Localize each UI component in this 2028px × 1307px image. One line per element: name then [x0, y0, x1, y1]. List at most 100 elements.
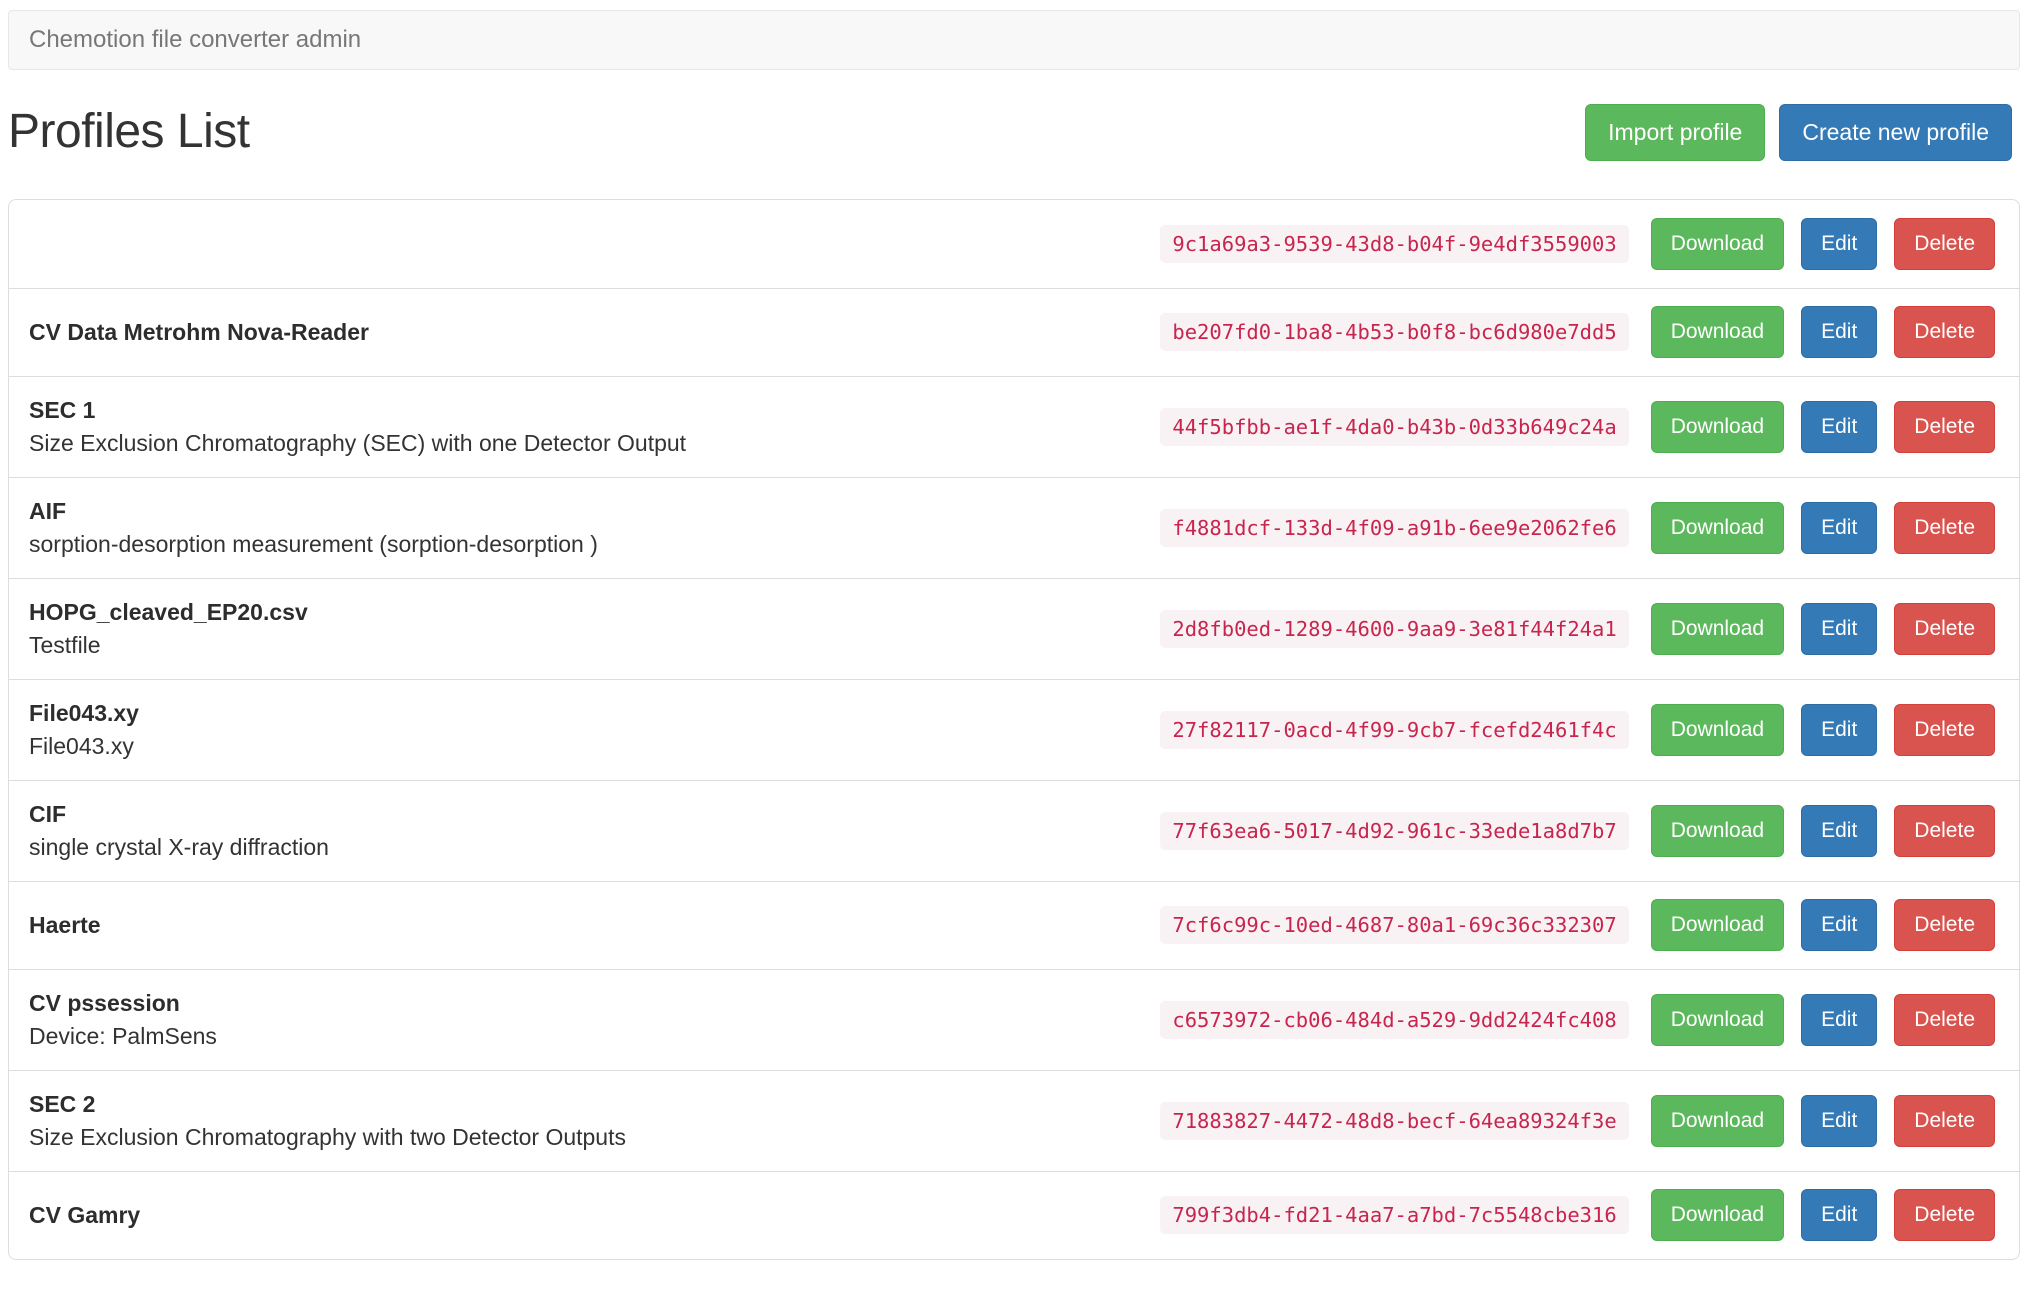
profile-uuid-badge: 799f3db4-fd21-4aa7-a7bd-7c5548cbe316	[1160, 1196, 1629, 1235]
profile-title: CV Gamry	[29, 1201, 141, 1228]
profile-row: AIF sorption-desorption measurement (sor…	[9, 476, 2019, 578]
download-button[interactable]: Download	[1650, 217, 1785, 270]
profile-row: CV Gamry 799f3db4-fd21-4aa7-a7bd-7c5548c…	[9, 1170, 2019, 1259]
download-button[interactable]: Download	[1650, 703, 1785, 756]
profile-actions: 2d8fb0ed-1289-4600-9aa9-3e81f44f24a1 Dow…	[1160, 602, 1995, 655]
edit-button[interactable]: Edit	[1801, 1094, 1878, 1147]
download-button[interactable]: Download	[1650, 804, 1785, 857]
profile-row: Haerte 7cf6c99c-10ed-4687-80a1-69c36c332…	[9, 880, 2019, 969]
download-button[interactable]: Download	[1650, 400, 1785, 453]
edit-button[interactable]: Edit	[1801, 899, 1878, 952]
header-buttons: Import profile Create new profile	[1585, 104, 2020, 161]
profile-actions: c6573972-cb06-484d-a529-9dd2424fc408 Dow…	[1160, 993, 1995, 1046]
edit-button[interactable]: Edit	[1801, 217, 1878, 270]
delete-button[interactable]: Delete	[1894, 703, 1995, 756]
profile-title: HOPG_cleaved_EP20.csv	[29, 598, 308, 625]
profile-description: Size Exclusion Chromatography (SEC) with…	[29, 429, 687, 456]
delete-button[interactable]: Delete	[1894, 602, 1995, 655]
delete-button[interactable]: Delete	[1894, 1189, 1995, 1242]
profile-text: CV Data Metrohm Nova-Reader	[29, 316, 1160, 349]
delete-button[interactable]: Delete	[1894, 899, 1995, 952]
profile-uuid-badge: 27f82117-0acd-4f99-9cb7-fcefd2461f4c	[1160, 710, 1629, 749]
navbar-brand[interactable]: Chemotion file converter admin	[21, 26, 361, 54]
edit-button[interactable]: Edit	[1801, 703, 1878, 756]
download-button[interactable]: Download	[1650, 602, 1785, 655]
delete-button[interactable]: Delete	[1894, 217, 1995, 270]
profile-row: HOPG_cleaved_EP20.csv Testfile 2d8fb0ed-…	[9, 577, 2019, 679]
delete-button[interactable]: Delete	[1894, 501, 1995, 554]
profile-actions: 9c1a69a3-9539-43d8-b04f-9e4df3559003 Dow…	[1160, 217, 1995, 270]
profile-actions: 799f3db4-fd21-4aa7-a7bd-7c5548cbe316 Dow…	[1160, 1189, 1995, 1242]
download-button[interactable]: Download	[1650, 501, 1785, 554]
delete-button[interactable]: Delete	[1894, 306, 1995, 359]
edit-button[interactable]: Edit	[1801, 1189, 1878, 1242]
profile-text: SEC 1 Size Exclusion Chromatography (SEC…	[29, 394, 1160, 460]
profile-description: Device: PalmSens	[29, 1022, 217, 1049]
profile-actions: f4881dcf-133d-4f09-a91b-6ee9e2062fe6 Dow…	[1160, 501, 1995, 554]
edit-button[interactable]: Edit	[1801, 804, 1878, 857]
profile-title: CV pssession	[29, 989, 180, 1016]
edit-button[interactable]: Edit	[1801, 306, 1878, 359]
profile-row: CIF single crystal X-ray diffraction 77f…	[9, 779, 2019, 881]
top-navbar: Chemotion file converter admin	[8, 10, 2020, 70]
download-button[interactable]: Download	[1650, 1189, 1785, 1242]
profile-text: Haerte	[29, 909, 1160, 942]
edit-button[interactable]: Edit	[1801, 993, 1878, 1046]
delete-button[interactable]: Delete	[1894, 804, 1995, 857]
profile-title: File043.xy	[29, 699, 139, 726]
profile-row: CV pssession Device: PalmSens c6573972-c…	[9, 968, 2019, 1070]
download-button[interactable]: Download	[1650, 993, 1785, 1046]
profile-actions: 7cf6c99c-10ed-4687-80a1-69c36c332307 Dow…	[1160, 899, 1995, 952]
page-header: Profiles List Import profile Create new …	[8, 104, 2020, 161]
delete-button[interactable]: Delete	[1894, 400, 1995, 453]
profile-title: SEC 2	[29, 1090, 96, 1117]
profile-uuid-badge: 77f63ea6-5017-4d92-961c-33ede1a8d7b7	[1160, 811, 1629, 850]
edit-button[interactable]: Edit	[1801, 602, 1878, 655]
download-button[interactable]: Download	[1650, 899, 1785, 952]
profile-actions: 71883827-4472-48d8-becf-64ea89324f3e Dow…	[1160, 1094, 1995, 1147]
page: Chemotion file converter admin Profiles …	[0, 0, 2028, 1307]
profile-uuid-badge: 44f5bfbb-ae1f-4da0-b43b-0d33b649c24a	[1160, 407, 1629, 446]
profile-title: CIF	[29, 800, 67, 827]
profile-description: single crystal X-ray diffraction	[29, 833, 329, 860]
profile-uuid-badge: 9c1a69a3-9539-43d8-b04f-9e4df3559003	[1160, 224, 1629, 263]
profile-actions: 27f82117-0acd-4f99-9cb7-fcefd2461f4c Dow…	[1160, 703, 1995, 756]
profile-row: File043.xy File043.xy 27f82117-0acd-4f99…	[9, 678, 2019, 780]
profile-description: File043.xy	[29, 732, 134, 759]
profile-text: File043.xy File043.xy	[29, 697, 1160, 763]
profile-uuid-badge: 7cf6c99c-10ed-4687-80a1-69c36c332307	[1160, 906, 1629, 945]
page-title: Profiles List	[8, 105, 250, 159]
profiles-list: 9c1a69a3-9539-43d8-b04f-9e4df3559003 Dow…	[8, 198, 2020, 1260]
profile-title: CV Data Metrohm Nova-Reader	[29, 318, 369, 345]
profile-title: AIF	[29, 497, 67, 524]
delete-button[interactable]: Delete	[1894, 1094, 1995, 1147]
profile-row: 9c1a69a3-9539-43d8-b04f-9e4df3559003 Dow…	[9, 200, 2019, 288]
profile-text: SEC 2 Size Exclusion Chromatography with…	[29, 1088, 1160, 1154]
profile-description: sorption-desorption measurement (sorptio…	[29, 530, 598, 557]
profile-actions: 77f63ea6-5017-4d92-961c-33ede1a8d7b7 Dow…	[1160, 804, 1995, 857]
profile-text: HOPG_cleaved_EP20.csv Testfile	[29, 596, 1160, 662]
profile-title: Haerte	[29, 911, 101, 938]
profile-uuid-badge: f4881dcf-133d-4f09-a91b-6ee9e2062fe6	[1160, 508, 1629, 547]
profile-text: CIF single crystal X-ray diffraction	[29, 798, 1160, 864]
profile-row: SEC 1 Size Exclusion Chromatography (SEC…	[9, 375, 2019, 477]
profile-description: Size Exclusion Chromatography with two D…	[29, 1123, 626, 1150]
profile-row: CV Data Metrohm Nova-Reader be207fd0-1ba…	[9, 287, 2019, 376]
profile-uuid-badge: 2d8fb0ed-1289-4600-9aa9-3e81f44f24a1	[1160, 609, 1629, 648]
edit-button[interactable]: Edit	[1801, 400, 1878, 453]
profile-actions: be207fd0-1ba8-4b53-b0f8-bc6d980e7dd5 Dow…	[1160, 306, 1995, 359]
profile-title: SEC 1	[29, 396, 96, 423]
profile-text: CV pssession Device: PalmSens	[29, 987, 1160, 1053]
create-new-profile-button[interactable]: Create new profile	[1779, 104, 2012, 161]
import-profile-button[interactable]: Import profile	[1585, 104, 1766, 161]
profile-text: AIF sorption-desorption measurement (sor…	[29, 495, 1160, 561]
profile-uuid-badge: 71883827-4472-48d8-becf-64ea89324f3e	[1160, 1101, 1629, 1140]
delete-button[interactable]: Delete	[1894, 993, 1995, 1046]
download-button[interactable]: Download	[1650, 306, 1785, 359]
profile-text: CV Gamry	[29, 1199, 1160, 1232]
profile-uuid-badge: be207fd0-1ba8-4b53-b0f8-bc6d980e7dd5	[1160, 313, 1629, 352]
profile-row: SEC 2 Size Exclusion Chromatography with…	[9, 1069, 2019, 1171]
profile-uuid-badge: c6573972-cb06-484d-a529-9dd2424fc408	[1160, 1000, 1629, 1039]
download-button[interactable]: Download	[1650, 1094, 1785, 1147]
edit-button[interactable]: Edit	[1801, 501, 1878, 554]
